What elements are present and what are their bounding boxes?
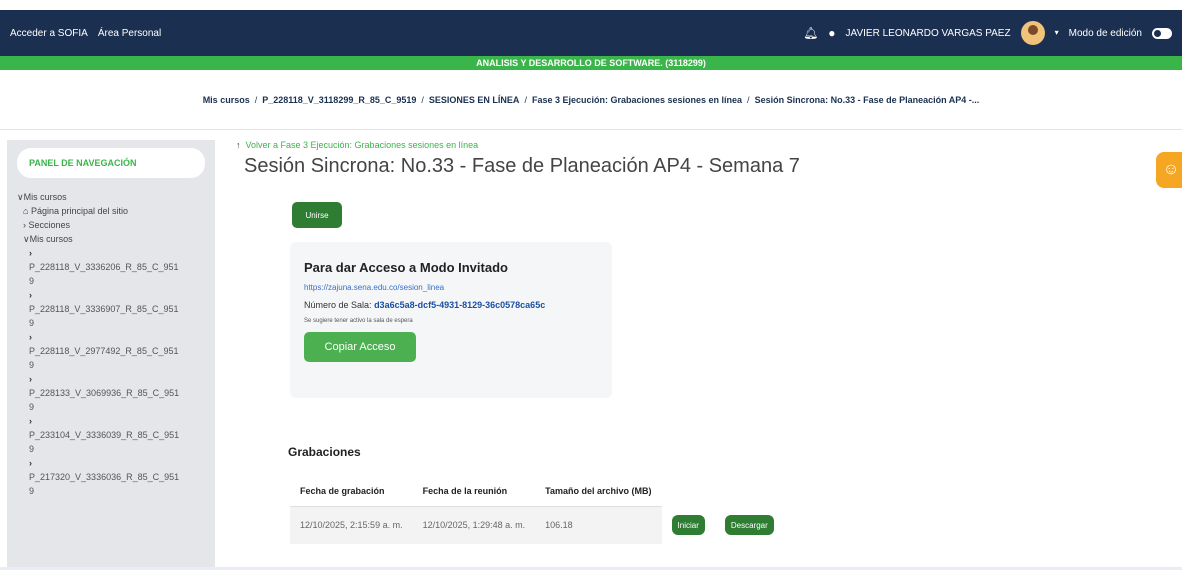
- waiting-room-note: Se sugiere tener activo la sala de esper…: [304, 318, 413, 324]
- file-size: 106.18: [535, 506, 662, 544]
- course-title-bar: ANALISIS Y DESARROLLO DE SOFTWARE. (3118…: [0, 56, 1182, 70]
- page-title: Sesión Sincrona: No.33 - Fase de Planeac…: [244, 155, 800, 177]
- course-code: P_228118_V_3336206_R_85_C_951: [29, 262, 179, 272]
- recording-date: 12/10/2025, 2:15:59 a. m.: [290, 506, 413, 544]
- course-code-suffix: 9: [29, 486, 35, 496]
- tree-item-course[interactable]: › P_233104_V_3336039_R_85_C_951 9: [29, 414, 205, 456]
- home-icon: ⌂: [23, 206, 29, 216]
- tree-item-course[interactable]: › P_228118_V_2977492_R_85_C_951 9: [29, 330, 205, 372]
- tree-item-label: Mis cursos: [23, 192, 67, 202]
- course-code: P_228133_V_3069936_R_85_C_951: [29, 388, 180, 398]
- join-button[interactable]: Unirse: [292, 202, 342, 228]
- breadcrumb-separator: /: [524, 94, 527, 105]
- chevron-right-icon: ›: [29, 416, 32, 426]
- bell-icon[interactable]: 🔔︎: [803, 27, 818, 39]
- chevron-right-icon: ›: [29, 248, 32, 258]
- tree-item-label: Página principal del sitio: [30, 206, 129, 216]
- help-icon[interactable]: ☺: [1156, 152, 1182, 188]
- navigation-tree: ∨Mis cursos ⌂ Página principal del sitio…: [17, 190, 205, 498]
- column-header: Fecha de grabación: [290, 476, 413, 507]
- tree-item-label: Secciones: [28, 220, 71, 230]
- course-code-suffix: 9: [29, 444, 35, 454]
- chevron-right-icon: ›: [23, 220, 26, 230]
- chevron-right-icon: ›: [29, 374, 32, 384]
- play-recording-button[interactable]: Iniciar: [671, 515, 705, 535]
- navbar-links: Acceder a SOFIA Área Personal: [10, 28, 161, 39]
- avatar[interactable]: [1020, 21, 1045, 45]
- navbar-user-area: 🔔︎ ● JAVIER LEONARDO VARGAS PAEZ ▾ Modo …: [803, 21, 1172, 45]
- course-code: P_228118_V_2977492_R_85_C_951: [29, 346, 179, 356]
- room-label: Número de Sala:: [304, 300, 372, 310]
- course-code-suffix: 9: [29, 276, 35, 286]
- personal-area-link[interactable]: Área Personal: [98, 28, 161, 39]
- room-id: d3a6c5a8-dcf5-4931-8129-36c0578ca65c: [374, 300, 546, 310]
- tree-item-course[interactable]: › P_228118_V_3336907_R_85_C_951 9: [29, 288, 205, 330]
- breadcrumb-separator: /: [421, 94, 424, 105]
- chevron-down-icon: ∨: [23, 234, 30, 244]
- room-number: Número de Sala: d3a6c5a8-dcf5-4931-8129-…: [304, 300, 598, 310]
- course-code-suffix: 9: [29, 402, 35, 412]
- recordings-table: Fecha de grabación Fecha de la reunión T…: [290, 476, 784, 544]
- chevron-down-icon[interactable]: ▾: [1055, 29, 1059, 37]
- meeting-date: 12/10/2025, 1:29:48 a. m.: [412, 506, 536, 544]
- chevron-right-icon: ›: [29, 290, 32, 300]
- tree-item-sections[interactable]: › Secciones: [17, 218, 205, 232]
- tree-item-course[interactable]: › P_228118_V_3336206_R_85_C_951 9: [29, 246, 205, 288]
- guest-card-title: Para dar Acceso a Modo Invitado: [304, 260, 508, 275]
- tree-item-label: Mis cursos: [29, 234, 73, 244]
- edit-mode-label: Modo de edición: [1068, 27, 1142, 39]
- breadcrumb-separator: /: [747, 94, 750, 105]
- column-header: Fecha de la reunión: [412, 476, 536, 507]
- sidebar-title: PANEL DE NAVEGACIÓN: [17, 148, 205, 178]
- chat-icon[interactable]: ●: [828, 27, 835, 39]
- session-url-link[interactable]: https://zajuna.sena.edu.co/sesion_linea: [304, 283, 598, 292]
- course-code-suffix: 9: [29, 318, 35, 328]
- back-link[interactable]: ↑ Volver a Fase 3 Ejecución: Grabaciones…: [236, 140, 478, 150]
- arrow-up-icon: ↑: [236, 140, 241, 150]
- breadcrumb-item[interactable]: P_228118_V_3118299_R_85_C_9519: [262, 95, 416, 105]
- tree-item-home[interactable]: ⌂ Página principal del sitio: [17, 204, 205, 218]
- row-actions: Descargar: [714, 506, 784, 544]
- course-code: P_228118_V_3336907_R_85_C_951: [29, 304, 179, 314]
- breadcrumb-item[interactable]: SESIONES EN LÍNEA: [429, 95, 520, 105]
- user-name[interactable]: JAVIER LEONARDO VARGAS PAEZ: [846, 28, 1011, 39]
- breadcrumb-item-current: Sesión Sincrona: No.33 - Fase de Planeac…: [754, 94, 980, 105]
- navigation-sidebar: PANEL DE NAVEGACIÓN ∨Mis cursos ⌂ Página…: [7, 140, 215, 570]
- column-header: Tamaño del archivo (MB): [535, 476, 662, 507]
- back-link-label: Volver a Fase 3 Ejecución: Grabaciones s…: [245, 140, 479, 150]
- breadcrumb: Mis cursos / P_228118_V_3118299_R_85_C_9…: [0, 70, 1182, 130]
- course-code: P_233104_V_3336039_R_85_C_951: [29, 430, 180, 440]
- tree-item-my-courses-root[interactable]: ∨Mis cursos: [17, 190, 205, 204]
- sofia-link[interactable]: Acceder a SOFIA: [10, 28, 88, 39]
- course-code: P_217320_V_3336036_R_85_C_951: [29, 472, 180, 482]
- chevron-right-icon: ›: [29, 458, 32, 468]
- edit-mode-toggle[interactable]: [1152, 27, 1172, 39]
- table-row: 12/10/2025, 2:15:59 a. m. 12/10/2025, 1:…: [290, 506, 784, 544]
- guest-access-card: Para dar Acceso a Modo Invitado https://…: [290, 242, 612, 398]
- main-content: ↑ Volver a Fase 3 Ejecución: Grabaciones…: [232, 140, 1092, 570]
- tree-item-my-courses[interactable]: ∨Mis cursos: [17, 232, 205, 246]
- row-actions: Iniciar: [661, 506, 715, 544]
- breadcrumb-separator: /: [254, 94, 258, 105]
- download-recording-button[interactable]: Descargar: [724, 515, 774, 535]
- breadcrumb-item[interactable]: Fase 3 Ejecución: Grabaciones sesiones e…: [532, 95, 742, 105]
- copy-access-button[interactable]: Copiar Acceso: [304, 332, 416, 362]
- top-navbar: Acceder a SOFIA Área Personal 🔔︎ ● JAVIE…: [0, 10, 1182, 56]
- chevron-right-icon: ›: [29, 332, 32, 342]
- table-header-row: Fecha de grabación Fecha de la reunión T…: [290, 476, 784, 507]
- recordings-title: Grabaciones: [288, 445, 361, 459]
- breadcrumb-item[interactable]: Mis cursos: [203, 95, 250, 105]
- tree-item-course[interactable]: › P_217320_V_3336036_R_85_C_951 9: [29, 456, 205, 498]
- chevron-down-icon: ∨: [17, 192, 24, 202]
- tree-item-course[interactable]: › P_228133_V_3069936_R_85_C_951 9: [29, 372, 205, 414]
- course-code-suffix: 9: [29, 360, 35, 370]
